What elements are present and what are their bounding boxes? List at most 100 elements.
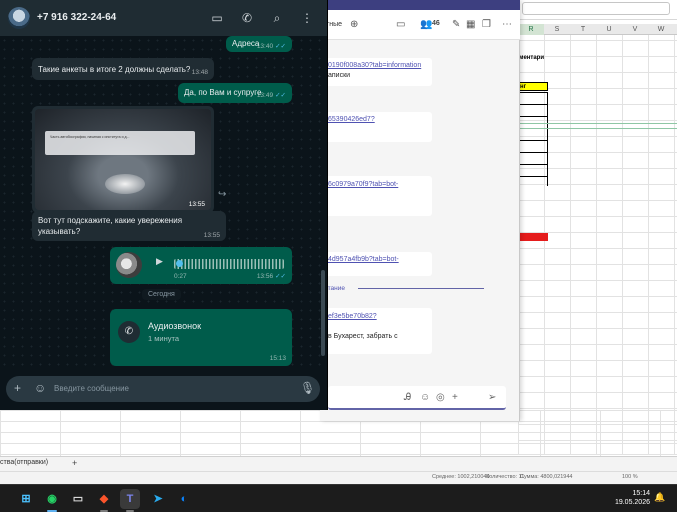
highlighted-cell-text: нг [520, 84, 527, 90]
bordered-range[interactable] [518, 92, 548, 186]
voice-waveform[interactable] [174, 259, 284, 269]
format-icon[interactable]: Ꭿ [404, 392, 411, 403]
more-icon[interactable]: ⋯ [502, 19, 512, 30]
red-cell[interactable] [518, 233, 548, 241]
brave-taskbar-icon[interactable]: ◆ [94, 489, 114, 509]
message-link[interactable]: ef3e5be70b82? [328, 313, 377, 320]
outgoing-voice-message[interactable]: ▶ 0:27 13:56 ✓✓ [110, 247, 292, 284]
excel-status-bar: Среднее: 1002,210049 Количество: 11 Сумм… [0, 471, 677, 484]
sender-avatar [116, 252, 142, 278]
emoji-icon[interactable]: ☺ [420, 392, 430, 403]
highlighted-cell[interactable]: нг [518, 82, 548, 91]
sticker-icon[interactable]: ☺ [34, 381, 46, 395]
header-label[interactable]: тные [326, 21, 342, 28]
message-time: 15:13 [269, 355, 286, 362]
call-title: Аудиозвонок [148, 321, 202, 331]
incoming-message[interactable]: Такие анкеты в итоге 2 должны сделать? 1… [32, 58, 214, 80]
whatsapp-taskbar-icon[interactable]: ◉ [42, 489, 62, 509]
incoming-image-message[interactable]: Часть автобиографии, начиная с института… [32, 106, 214, 213]
message-list[interactable]: Адреса 13:40 ✓✓ Такие анкеты в итоге 2 до… [0, 36, 327, 368]
add-tab-icon[interactable]: ⊕ [350, 19, 358, 30]
search-icon[interactable]: ⌕ [268, 9, 286, 27]
column-header[interactable]: R [518, 24, 544, 35]
edge-taskbar-icon[interactable]: ◐ [174, 489, 194, 509]
microphone-icon[interactable]: 🎙 [300, 381, 315, 395]
column-header[interactable]: V [622, 24, 648, 35]
forward-icon[interactable]: ↪ [218, 189, 226, 200]
message-card[interactable]: 65390426ed7? [322, 112, 432, 142]
composer-bar: + ☺ Введите сообщение 🎙 [0, 368, 327, 410]
column-header[interactable]: T [570, 24, 596, 35]
apps-icon[interactable]: ▦ [466, 19, 475, 30]
header-cell[interactable]: ментари [519, 55, 544, 61]
message-card[interactable]: 6c0979a70f9?tab=bot- [322, 176, 432, 216]
notification-icon[interactable]: 🔔 [654, 492, 665, 503]
contact-avatar[interactable] [8, 7, 30, 29]
scrollbar[interactable] [321, 270, 325, 356]
message-time: 13:56 ✓✓ [256, 273, 286, 280]
play-icon[interactable]: ▶ [156, 256, 163, 267]
message-text: Такие анкеты в итоге 2 должны сделать? [38, 65, 191, 74]
message-link[interactable]: 4d957a4fb9b?tab=bot- [328, 256, 399, 263]
system-clock[interactable]: 15:14 19.05.2026 [612, 489, 650, 507]
column-header[interactable]: U [596, 24, 622, 35]
outgoing-message[interactable]: Да, по Вам и супруге 13:49 ✓✓ [178, 83, 292, 103]
menu-icon[interactable]: ⋮ [298, 9, 316, 27]
playback-position[interactable] [176, 260, 183, 267]
column-header[interactable]: S [544, 24, 570, 35]
whatsapp-window: +7 916 322-24-64 ▭ ✆ ⌕ ⋮ Адреса 13:40 ✓✓ … [0, 0, 328, 410]
phone-call-icon: ✆ [118, 321, 140, 343]
status-count: Количество: 11 [486, 474, 525, 480]
voice-duration: 0:27 [174, 273, 187, 280]
copy-icon[interactable]: ❐ [482, 19, 491, 30]
message-link[interactable]: 6c0979a70f9?tab=bot- [328, 181, 398, 188]
video-call-icon[interactable]: ▭ [396, 19, 405, 30]
teams-taskbar-icon[interactable]: T [120, 489, 140, 509]
edit-icon[interactable]: ✎ [452, 19, 460, 30]
teams-compose-box[interactable]: Ꭿ ☺ ◎ + ➢ [328, 386, 506, 410]
taskbar: ⊞ ◉ ▭ ◆ T ➤ ◐ 15:14 19.05.2026 🔔 [0, 484, 677, 512]
people-icon[interactable]: 👥 [420, 19, 432, 30]
explorer-taskbar-icon[interactable]: ▭ [68, 489, 88, 509]
telegram-taskbar-icon[interactable]: ➤ [148, 489, 168, 509]
message-composer[interactable]: + ☺ Введите сообщение 🎙 [6, 376, 320, 402]
excel-search-box[interactable] [522, 2, 670, 15]
column-header[interactable]: W [648, 24, 674, 35]
contact-name[interactable]: +7 916 322-24-64 [37, 12, 116, 23]
date-separator: Сегодня [142, 289, 181, 300]
sheet-tab[interactable]: ства(отправки) [0, 459, 48, 466]
video-call-icon[interactable]: ▭ [208, 9, 226, 27]
voice-call-icon[interactable]: ✆ [238, 9, 256, 27]
sheet-tab-bar: ства(отправки) + [0, 456, 677, 471]
photo-glare [105, 174, 145, 194]
attach-icon[interactable]: + [14, 381, 21, 395]
selected-row [518, 123, 677, 129]
message-card[interactable]: 4d957a4fb9b?tab=bot- [322, 252, 432, 276]
attach-icon[interactable]: + [452, 392, 458, 403]
incoming-message[interactable]: Вот тут подскажите, какие увережения ука… [32, 211, 226, 241]
message-text-line2: указывать? [38, 227, 81, 236]
message-time: 13:55 [203, 232, 220, 239]
clock-date: 19.05.2026 [614, 499, 650, 506]
send-icon[interactable]: ➢ [488, 392, 496, 403]
windows-start-icon[interactable]: ⊞ [16, 489, 36, 509]
message-link[interactable]: 0190f008a30?tab=information [328, 62, 421, 69]
add-sheet-icon[interactable]: + [72, 458, 77, 468]
message-card[interactable]: 0190f008a30?tab=information аписки [322, 58, 432, 86]
zoom-level[interactable]: 100 % [622, 474, 638, 480]
participants-count[interactable]: 46 [432, 20, 440, 27]
call-message[interactable]: ✆ Аудиозвонок 1 минута 15:13 [110, 309, 292, 366]
document-photo: Часть автобиографии, начиная с института… [45, 131, 195, 155]
message-card[interactable]: ef3e5be70b82? в Бухарест, забрать с [322, 308, 432, 354]
message-input[interactable]: Введите сообщение [54, 384, 129, 393]
teams-titlebar [320, 0, 520, 10]
message-link[interactable]: 65390426ed7? [328, 116, 375, 123]
teams-window: тные ⊕ ▭ 👥 46 ✎ ▦ ❐ ⋯ 0190f008a30?tab=in… [320, 0, 520, 421]
read-receipt-icon: ✓✓ [275, 273, 286, 280]
loop-icon[interactable]: ◎ [436, 392, 445, 403]
chat-header[interactable]: +7 916 322-24-64 ▭ ✆ ⌕ ⋮ [0, 0, 327, 36]
image-attachment[interactable]: Часть автобиографии, начиная с института… [35, 109, 211, 210]
outgoing-message[interactable]: Адреса 13:40 ✓✓ [226, 36, 292, 52]
read-receipt-icon: ✓✓ [275, 92, 286, 99]
message-text: в Бухарест, забрать с [328, 333, 398, 340]
